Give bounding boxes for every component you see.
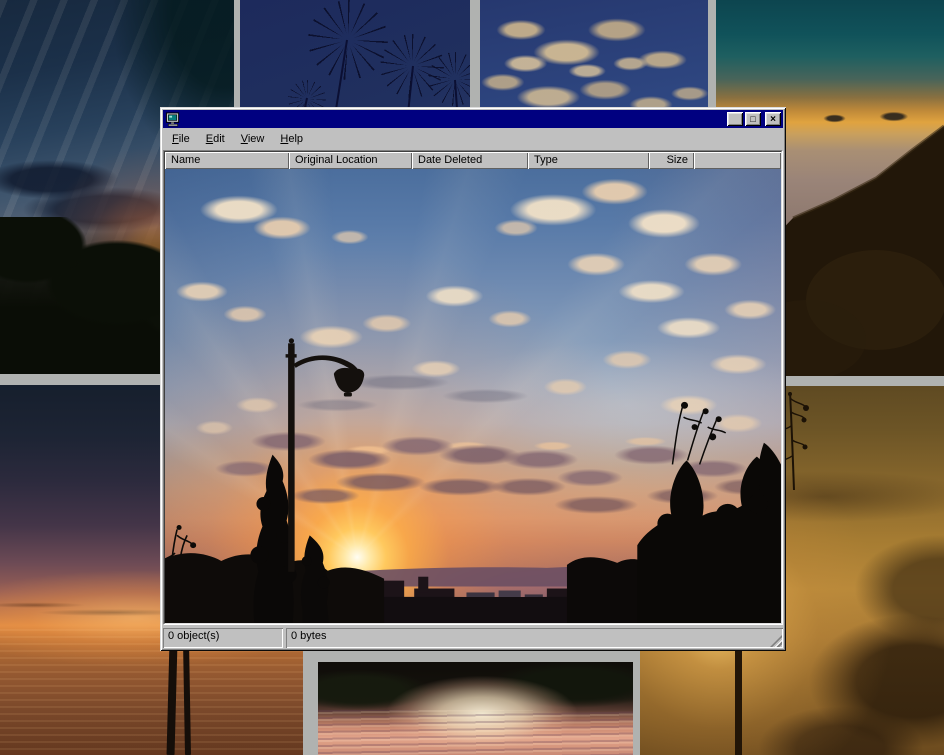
menu-edit[interactable]: Edit (198, 130, 233, 149)
street-lamp-silhouette (286, 338, 365, 571)
sunset-streetlamp-photo[interactable] (165, 169, 781, 623)
menu-view[interactable]: View (233, 130, 273, 149)
column-header-original-location[interactable]: Original Location (289, 152, 412, 169)
resize-grip[interactable] (770, 635, 782, 647)
silhouette-layer (165, 169, 781, 623)
umbel-flower-silhouette (308, 0, 388, 80)
minimize-button[interactable]: _ (727, 112, 743, 126)
column-header-name[interactable]: Name (165, 152, 289, 169)
recycle-bin-window: _ □ × File Edit View Help Name Original … (160, 107, 786, 651)
column-header-filler (694, 152, 781, 169)
title-bar[interactable]: _ □ × (163, 110, 783, 128)
column-header-row: Name Original Location Date Deleted Type… (165, 152, 781, 169)
status-bar: 0 object(s) 0 bytes (163, 625, 783, 648)
status-bytes: 0 bytes (286, 628, 783, 648)
pole-silhouette (735, 648, 742, 755)
menu-bar: File Edit View Help (163, 129, 783, 150)
menu-file[interactable]: File (164, 130, 198, 149)
maximize-button[interactable]: □ (745, 112, 761, 126)
menu-help[interactable]: Help (272, 130, 311, 149)
column-header-size[interactable]: Size (649, 152, 694, 169)
column-header-type[interactable]: Type (528, 152, 649, 169)
desktop: _ □ × File Edit View Help Name Original … (0, 0, 944, 755)
status-objects: 0 object(s) (163, 628, 283, 648)
umbel-flower-silhouette (428, 52, 470, 106)
close-button[interactable]: × (765, 112, 781, 126)
column-header-date-deleted[interactable]: Date Deleted (412, 152, 528, 169)
computer-icon (165, 112, 181, 127)
wallpaper-tile-reflection (318, 662, 633, 755)
list-view-frame: Name Original Location Date Deleted Type… (163, 150, 783, 625)
